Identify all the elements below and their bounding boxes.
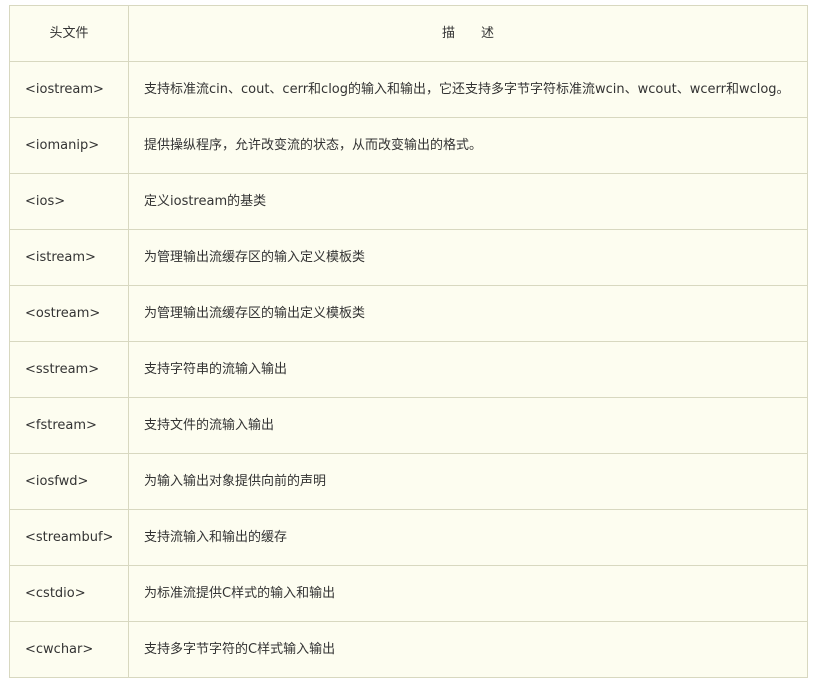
description-cell: 为标准流提供C样式的输入和输出 xyxy=(128,565,808,622)
table-row: <ios> 定义iostream的基类 xyxy=(9,173,808,230)
table-row: <streambuf> 支持流输入和输出的缓存 xyxy=(9,509,808,566)
header-file-cell: <streambuf> xyxy=(9,509,129,566)
description-cell: 支持标准流cin、cout、cerr和clog的输入和输出，它还支持多字节字符标… xyxy=(128,61,808,118)
description-cell: 提供操纵程序，允许改变流的状态，从而改变输出的格式。 xyxy=(128,117,808,174)
header-file-cell: <iosfwd> xyxy=(9,453,129,510)
header-files-table-container: 头文件 描 述 <iostream> 支持标准流cin、cout、cerr和cl… xyxy=(9,5,808,678)
description-cell: 支持流输入和输出的缓存 xyxy=(128,509,808,566)
table-row: <iomanip> 提供操纵程序，允许改变流的状态，从而改变输出的格式。 xyxy=(9,117,808,174)
header-file-cell: <cwchar> xyxy=(9,621,129,678)
description-cell: 支持文件的流输入输出 xyxy=(128,397,808,454)
table-row: <sstream> 支持字符串的流输入输出 xyxy=(9,341,808,398)
table-row: <iostream> 支持标准流cin、cout、cerr和clog的输入和输出… xyxy=(9,61,808,118)
header-files-table: 头文件 描 述 <iostream> 支持标准流cin、cout、cerr和cl… xyxy=(9,5,808,678)
table-row: <istream> 为管理输出流缓存区的输入定义模板类 xyxy=(9,229,808,286)
table-row: <iosfwd> 为输入输出对象提供向前的声明 xyxy=(9,453,808,510)
table-row: <fstream> 支持文件的流输入输出 xyxy=(9,397,808,454)
header-file-cell: <ostream> xyxy=(9,285,129,342)
description-cell: 为管理输出流缓存区的输出定义模板类 xyxy=(128,285,808,342)
header-file-cell: <ios> xyxy=(9,173,129,230)
table-header-row: 头文件 描 述 xyxy=(9,5,808,62)
header-file-cell: <iostream> xyxy=(9,61,129,118)
description-cell: 支持多字节字符的C样式输入输出 xyxy=(128,621,808,678)
description-cell: 定义iostream的基类 xyxy=(128,173,808,230)
header-file-cell: <sstream> xyxy=(9,341,129,398)
table-row: <cstdio> 为标准流提供C样式的输入和输出 xyxy=(9,565,808,622)
description-cell: 支持字符串的流输入输出 xyxy=(128,341,808,398)
column-header-header-file: 头文件 xyxy=(9,5,129,62)
header-file-cell: <fstream> xyxy=(9,397,129,454)
header-file-cell: <iomanip> xyxy=(9,117,129,174)
description-cell: 为输入输出对象提供向前的声明 xyxy=(128,453,808,510)
description-cell: 为管理输出流缓存区的输入定义模板类 xyxy=(128,229,808,286)
column-header-description: 描 述 xyxy=(128,5,808,62)
header-file-cell: <istream> xyxy=(9,229,129,286)
header-file-cell: <cstdio> xyxy=(9,565,129,622)
table-row: <ostream> 为管理输出流缓存区的输出定义模板类 xyxy=(9,285,808,342)
table-row: <cwchar> 支持多字节字符的C样式输入输出 xyxy=(9,621,808,678)
